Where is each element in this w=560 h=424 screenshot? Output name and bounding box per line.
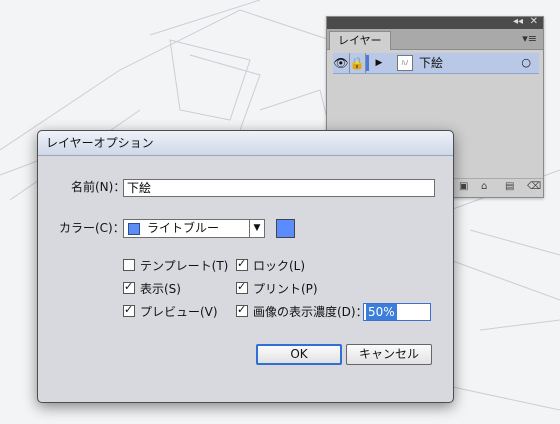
preview-label: プレビュー(V) [140,305,218,319]
name-field[interactable] [123,179,435,197]
ok-button[interactable]: OK [256,344,342,365]
color-label: カラー(C)： [59,221,125,235]
layer-color-stripe [366,55,369,71]
color-dropdown[interactable]: ライトブルー ▼ [123,219,265,238]
layer-options-dialog: レイヤーオプション 名前(N)： カラー(C)： ライトブルー ▼ テンプレート… [37,130,454,403]
color-dropdown-value: ライトブルー [147,221,220,235]
show-label: 表示(S) [140,282,181,296]
color-chip [128,223,140,235]
name-label: 名前(N)： [71,180,126,194]
dropdown-arrow-icon[interactable]: ▼ [249,220,264,237]
dim-images-checkbox[interactable]: 画像の表示濃度(D)： [236,304,368,320]
close-panel-button[interactable]: ✕ [530,16,538,27]
dim-opacity-value: 50% [366,304,397,320]
preview-checkbox[interactable]: プレビュー(V) [123,304,218,320]
panel-tab-bar: レイヤー ▾≡ [327,29,543,50]
trash-icon[interactable]: ⌫ [527,181,541,192]
collapse-panel-button[interactable]: ◂◂ [513,16,523,27]
dim-opacity-field[interactable]: 50% [363,303,431,321]
template-checkbox-box[interactable] [123,259,135,271]
lock-label: ロック(L) [253,259,306,273]
target-circle-icon[interactable]: ○ [521,53,531,73]
cancel-button[interactable]: キャンセル [346,344,432,365]
new-sublayer-icon[interactable]: ⌂ [481,181,487,192]
color-swatch-button[interactable] [276,219,295,238]
show-checkbox[interactable]: 表示(S) [123,281,181,297]
lock-icon[interactable]: 🔒 [349,53,366,73]
panel-titlebar: ◂◂ ✕ [327,16,543,29]
dialog-title[interactable]: レイヤーオプション [38,131,453,156]
print-checkbox-box[interactable] [236,282,248,294]
tab-layers[interactable]: レイヤー [329,31,391,50]
layer-row[interactable]: 👁 🔒 ▶ ﾊﾉ 下絵 ○ [333,53,539,74]
template-checkbox[interactable]: テンプレート(T) [123,258,228,274]
panel-menu-icon[interactable]: ▾≡ [522,32,537,45]
print-checkbox[interactable]: プリント(P) [236,281,318,297]
expand-triangle-icon[interactable]: ▶ [373,53,385,73]
template-label: テンプレート(T) [140,259,229,273]
dim-images-checkbox-box[interactable] [236,305,248,317]
make-clipping-mask-icon[interactable]: ▣ [459,181,468,192]
layer-name[interactable]: 下絵 [419,53,443,73]
preview-checkbox-box[interactable] [123,305,135,317]
lock-checkbox[interactable]: ロック(L) [236,258,305,274]
lock-checkbox-box[interactable] [236,259,248,271]
show-checkbox-box[interactable] [123,282,135,294]
layer-thumbnail: ﾊﾉ [397,55,413,71]
print-label: プリント(P) [253,282,318,296]
visibility-eye-icon[interactable]: 👁 [333,53,350,73]
dim-images-label: 画像の表示濃度(D)： [253,305,368,319]
new-layer-icon[interactable]: ▤ [505,181,514,192]
